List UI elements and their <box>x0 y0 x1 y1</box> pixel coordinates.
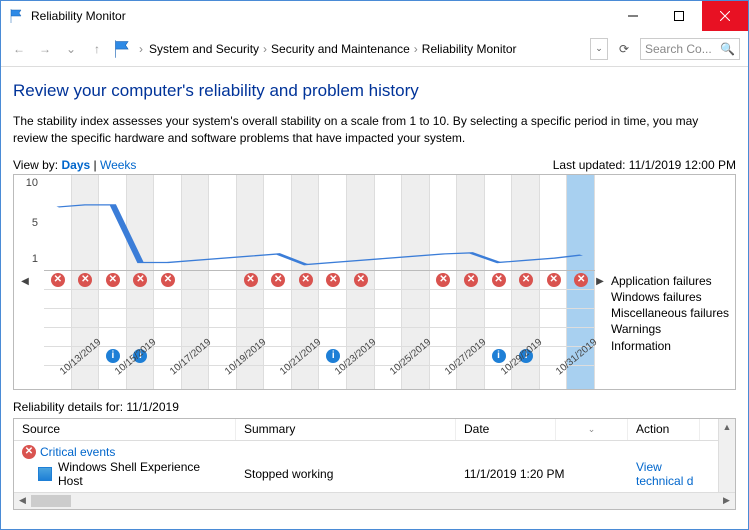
error-icon: ✕ <box>106 273 120 287</box>
scroll-left-icon[interactable]: ◀ <box>14 493 31 509</box>
col-date-sort[interactable]: ⌄ <box>556 419 628 440</box>
details-table: Source Summary Date ⌄ Action ✕ Critical … <box>13 418 736 510</box>
close-button[interactable] <box>702 1 748 31</box>
error-icon: ✕ <box>271 273 285 287</box>
row-misc-failures <box>44 309 595 328</box>
search-input[interactable]: Search Co... 🔍 <box>640 38 740 60</box>
error-icon: ✕ <box>299 273 313 287</box>
error-icon: ✕ <box>547 273 561 287</box>
history-dropdown[interactable]: ⌄ <box>61 39 81 59</box>
last-updated: Last updated: 11/1/2019 12:00 PM <box>553 158 736 172</box>
back-button[interactable]: ← <box>9 39 29 59</box>
error-icon: ✕ <box>22 445 36 459</box>
page-description: The stability index assesses your system… <box>13 113 736 148</box>
table-header: Source Summary Date ⌄ Action <box>14 419 735 441</box>
details-header: Reliability details for: 11/1/2019 <box>13 400 736 414</box>
breadcrumb-dropdown[interactable]: ⌄ <box>590 38 608 60</box>
col-action[interactable]: Action <box>628 419 700 440</box>
horizontal-scrollbar[interactable]: ◀ ▶ <box>14 492 735 509</box>
error-icon: ✕ <box>133 273 147 287</box>
table-row[interactable]: Windows Shell Experience Host Stopped wo… <box>14 463 735 485</box>
window-title: Reliability Monitor <box>31 9 610 23</box>
maximize-button[interactable] <box>656 1 702 31</box>
search-placeholder: Search Co... <box>645 42 712 56</box>
info-icon: i <box>106 349 120 363</box>
error-icon: ✕ <box>354 273 368 287</box>
row-windows-failures <box>44 290 595 309</box>
view-by-row: View by: Days | Weeks Last updated: 11/1… <box>13 158 736 172</box>
info-icon: i <box>492 349 506 363</box>
error-icon: ✕ <box>51 273 65 287</box>
page-title: Review your computer's reliability and p… <box>13 81 736 101</box>
reliability-chart: 10 5 1 ◀ ▶ ✕✕✕✕✕✕✕✕✕✕✕✕✕✕✕✕ iiiii 10/13/… <box>13 174 736 390</box>
view-by-label: View by: <box>13 158 58 172</box>
error-icon: ✕ <box>519 273 533 287</box>
forward-button[interactable]: → <box>35 39 55 59</box>
chart-scroll-left[interactable]: ◀ <box>18 273 32 291</box>
nav-bar: ← → ⌄ ↑ › System and Security› Security … <box>1 31 748 67</box>
breadcrumb-item[interactable]: Reliability Monitor <box>422 42 517 56</box>
row-app-failures: ✕ ✕ ✕ ✕ ✕ ✕ ✕ ✕ ✕ ✕ ✕ ✕ ✕ ✕ ✕ ✕ <box>44 271 595 290</box>
y-axis: 10 5 1 <box>18 175 40 271</box>
scroll-thumb[interactable] <box>31 495 71 507</box>
error-icon: ✕ <box>244 273 258 287</box>
view-by-days[interactable]: Days <box>61 158 90 172</box>
col-summary[interactable]: Summary <box>236 419 456 440</box>
up-button[interactable]: ↑ <box>87 39 107 59</box>
col-date[interactable]: Date <box>456 419 556 440</box>
error-icon: ✕ <box>492 273 506 287</box>
error-icon: ✕ <box>574 273 588 287</box>
breadcrumb-item[interactable]: Security and Maintenance <box>271 42 410 56</box>
col-source[interactable]: Source <box>14 419 236 440</box>
error-icon: ✕ <box>161 273 175 287</box>
category-labels: Application failures Windows failures Mi… <box>611 273 729 354</box>
minimize-button[interactable] <box>610 1 656 31</box>
search-icon: 🔍 <box>720 42 735 56</box>
view-details-link[interactable]: View technical d <box>628 460 720 488</box>
breadcrumb[interactable]: System and Security› Security and Mainte… <box>149 42 584 56</box>
error-icon: ✕ <box>326 273 340 287</box>
view-by-weeks[interactable]: Weeks <box>100 158 136 172</box>
flag-icon <box>9 8 25 24</box>
vertical-scrollbar[interactable]: ▲ <box>718 419 735 492</box>
chart-scroll-right[interactable]: ▶ <box>593 273 607 291</box>
breadcrumb-flag-icon <box>113 39 133 59</box>
error-icon: ✕ <box>78 273 92 287</box>
app-icon <box>38 467 52 481</box>
error-icon: ✕ <box>464 273 478 287</box>
title-bar: Reliability Monitor <box>1 1 748 31</box>
info-icon: i <box>326 349 340 363</box>
error-icon: ✕ <box>436 273 450 287</box>
scroll-up-icon[interactable]: ▲ <box>719 419 735 436</box>
chevron-right-icon: › <box>139 42 143 56</box>
refresh-button[interactable]: ⟳ <box>614 39 634 59</box>
scroll-right-icon[interactable]: ▶ <box>718 493 735 509</box>
breadcrumb-item[interactable]: System and Security <box>149 42 259 56</box>
